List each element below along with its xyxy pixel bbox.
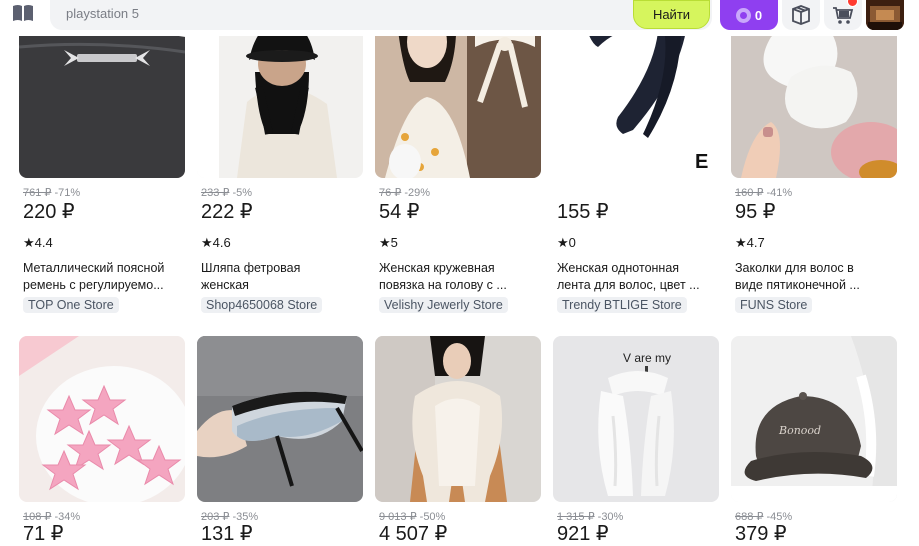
price: 921 ₽ bbox=[557, 523, 609, 545]
image-caption: V are my bbox=[623, 351, 671, 365]
cap-embroidery: Bonood bbox=[778, 424, 821, 437]
search-box bbox=[50, 0, 712, 30]
price: 71 ₽ bbox=[23, 523, 64, 545]
product-image[interactable]: V are my bbox=[553, 336, 719, 502]
points-button[interactable]: 0 bbox=[720, 0, 778, 30]
orders-button[interactable] bbox=[782, 0, 820, 30]
product-image[interactable]: Bonood bbox=[731, 336, 897, 502]
orders-icon bbox=[792, 5, 810, 25]
cart-icon bbox=[833, 7, 854, 24]
search-input[interactable] bbox=[66, 4, 626, 22]
product-grid: 761 ₽ -71% 220 ₽ ★4.4 Металлический пояс… bbox=[0, 0, 919, 545]
product-card[interactable]: 108 ₽ -34% 71 ₽ bbox=[19, 0, 185, 545]
price: 379 ₽ bbox=[735, 523, 787, 545]
cart-button[interactable] bbox=[824, 0, 862, 30]
catalog-icon bbox=[13, 5, 33, 21]
catalog-button[interactable] bbox=[6, 0, 40, 26]
search-button[interactable]: Найти bbox=[633, 0, 710, 29]
top-bar: Найти 0 bbox=[0, 0, 919, 36]
cart-badge bbox=[847, 0, 858, 7]
product-image[interactable] bbox=[197, 336, 363, 502]
product-card[interactable]: V are my 1 315 ₽ -30% 921 ₽ bbox=[553, 0, 719, 545]
coin-icon bbox=[735, 7, 751, 23]
product-image[interactable] bbox=[375, 336, 541, 502]
price: 4 507 ₽ bbox=[379, 523, 448, 545]
points-count: 0 bbox=[754, 7, 763, 23]
avatar[interactable] bbox=[866, 0, 904, 30]
product-card[interactable]: Bonood 688 ₽ -45% 379 ₽ bbox=[731, 0, 897, 545]
product-image[interactable] bbox=[19, 336, 185, 502]
product-card[interactable]: 9 013 ₽ -50% 4 507 ₽ bbox=[375, 0, 541, 545]
product-card[interactable]: 203 ₽ -35% 131 ₽ bbox=[197, 0, 363, 545]
avatar-image bbox=[866, 0, 904, 30]
price: 131 ₽ bbox=[201, 523, 253, 545]
